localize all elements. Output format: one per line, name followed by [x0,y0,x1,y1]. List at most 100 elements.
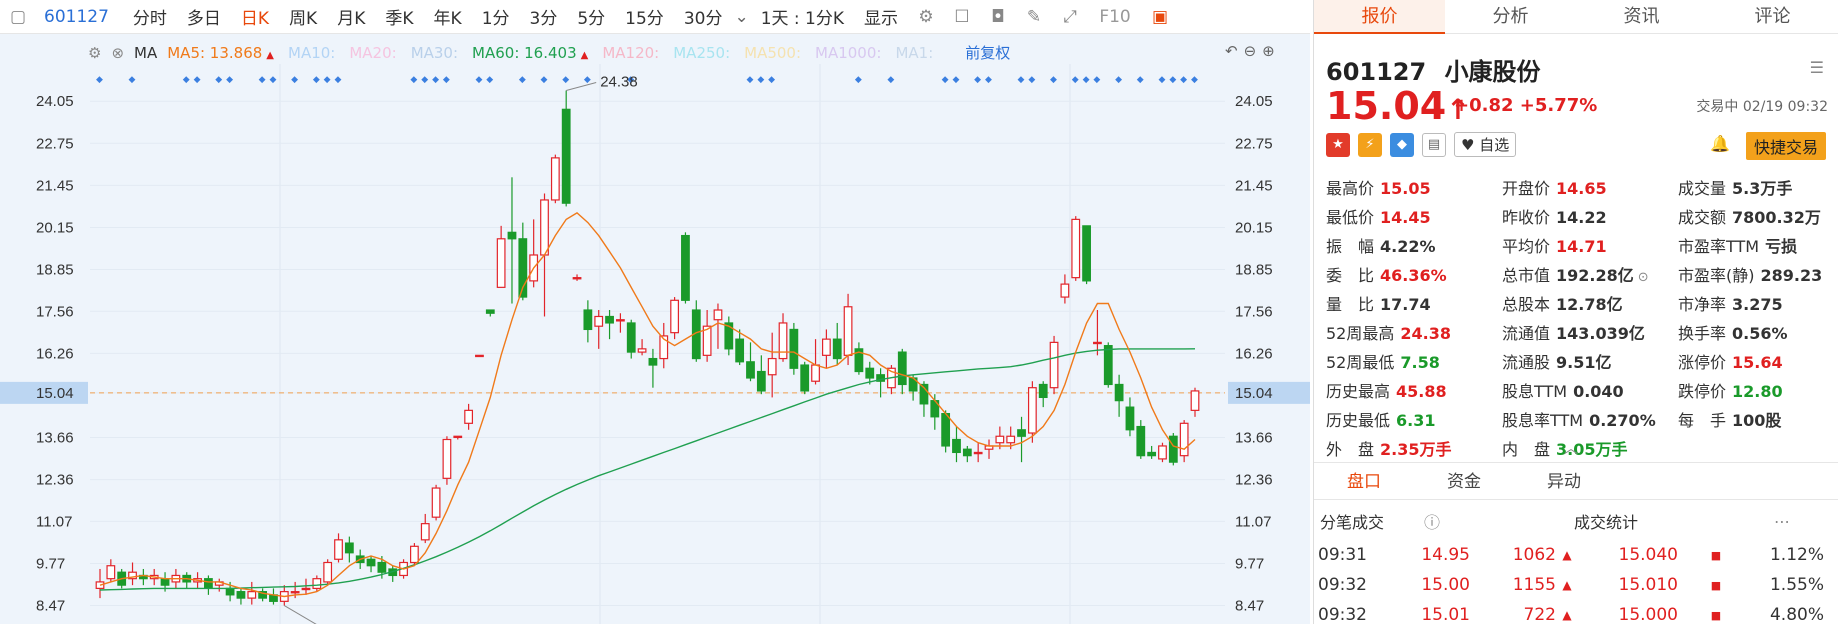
ma-item-8[interactable]: MA1000: [815,44,881,62]
event-marker-icon[interactable]: ◆ [432,75,439,85]
camera-icon[interactable]: ◘ [987,6,1009,28]
event-marker-icon[interactable]: ◆ [421,75,428,85]
event-marker-icon[interactable]: ◆ [974,75,981,85]
event-marker-icon[interactable]: ◆ [1018,75,1025,85]
event-marker-icon[interactable]: ◆ [1158,75,1165,85]
panel-toggle-icon[interactable]: ▣ [1149,6,1171,28]
sidebar-toggle-icon[interactable]: ▢ [7,6,29,28]
tab-5[interactable]: 季K [375,4,423,29]
collapse-chevron-icon[interactable]: ︿ [1564,438,1578,458]
watchlist-button[interactable]: ♥ 自选 [1454,132,1517,157]
panel-tab-2[interactable]: 资讯 [1576,0,1707,34]
event-marker-icon[interactable]: ◆ [746,75,753,85]
tab-3[interactable]: 周K [279,4,327,29]
event-marker-icon[interactable]: ◆ [757,75,764,85]
event-marker-icon[interactable]: ◆ [952,75,959,85]
pencil-icon[interactable]: ✎ [1023,6,1045,28]
tab-8[interactable]: 3分 [520,4,568,29]
event-marker-icon[interactable]: ◆ [226,75,233,85]
sub-tab-0[interactable]: 盘口 [1314,463,1414,499]
fq-select[interactable]: 前复权 [965,42,1010,63]
undo-icon[interactable]: ↶ [1225,42,1238,60]
zoom-in-icon[interactable]: ⊕ [1262,42,1275,60]
ma-item-6[interactable]: MA250: [673,44,730,62]
ma-item-0[interactable]: MA5: 13.868 ▲ [167,44,274,62]
event-marker-icon[interactable]: ◆ [942,75,949,85]
event-marker-icon[interactable]: ◆ [183,75,190,85]
event-marker-icon[interactable]: ◆ [1072,75,1079,85]
help-icon[interactable]: ⓘ [1424,509,1574,533]
ma-item-3[interactable]: MA30: [411,44,458,62]
fast-trade-button[interactable]: 快捷交易 [1745,132,1826,160]
event-marker-icon[interactable]: ◆ [1115,75,1122,85]
event-marker-icon[interactable]: ◆ [269,75,276,85]
more-circle-icon[interactable]: ⊙ [1638,270,1649,285]
ma-item-1[interactable]: MA10: [288,44,335,62]
f10-button[interactable]: F10 [1095,6,1135,28]
event-marker-icon[interactable]: ◆ [129,75,136,85]
ma-item-9[interactable]: MA1: [895,44,933,62]
event-marker-icon[interactable]: ◆ [313,75,320,85]
event-marker-icon[interactable]: ◆ [324,75,331,85]
ma-item-2[interactable]: MA20: [349,44,396,62]
kline-chart[interactable]: 24.05 24.05 22.75 22.75 21.45 21.45 20.15 20.15… [0,34,1310,624]
ma-item-5[interactable]: MA120: [602,44,659,62]
ma-label[interactable]: MA [134,44,157,62]
event-marker-icon[interactable]: ◆ [1137,75,1144,85]
tab-9[interactable]: 5分 [567,4,615,29]
zoom-out-icon[interactable]: ⊖ [1244,42,1257,60]
note-icon[interactable]: ▤ [1422,132,1446,157]
event-marker-icon[interactable]: ◆ [335,75,342,85]
tab-6[interactable]: 年K [424,4,472,29]
event-marker-icon[interactable]: ◆ [1191,75,1198,85]
tab-2[interactable]: 日K [231,4,279,29]
settings-icon[interactable]: ⚙ [88,44,101,62]
event-marker-icon[interactable]: ◆ [562,75,569,85]
panel-tab-3[interactable]: 评论 [1707,0,1838,34]
event-marker-icon[interactable]: ◆ [486,75,493,85]
tab-11[interactable]: 30分 [674,4,733,29]
sub-tab-1[interactable]: 资金 [1414,463,1514,499]
event-marker-icon[interactable]: ◆ [215,75,222,85]
event-marker-icon[interactable]: ◆ [768,75,775,85]
event-marker-icon[interactable]: ◆ [1169,75,1176,85]
display-select[interactable]: 显示 [854,4,908,29]
ma-item-7[interactable]: MA500: [744,44,801,62]
event-marker-icon[interactable]: ◆ [584,75,591,85]
lightning-icon[interactable]: ⚡ [1358,132,1382,157]
event-marker-icon[interactable]: ◆ [259,75,266,85]
event-marker-icon[interactable]: ◆ [985,75,992,85]
event-marker-icon[interactable]: ◆ [541,75,548,85]
panel-tab-0[interactable]: 报价 [1314,0,1445,34]
event-marker-icon[interactable]: ◆ [1093,75,1100,85]
fullscreen-icon[interactable]: ⤢ [1059,6,1081,28]
event-marker-icon[interactable]: ◆ [1180,75,1187,85]
event-marker-icon[interactable]: ◆ [1028,75,1035,85]
tab-7[interactable]: 1分 [472,4,520,29]
gear-icon[interactable]: ⚙ [915,6,937,28]
event-marker-icon[interactable]: ◆ [1050,75,1057,85]
event-marker-icon[interactable]: ◆ [475,75,482,85]
ma-item-4[interactable]: MA60: 16.403 ▲ [472,44,588,62]
event-marker-icon[interactable]: ◆ [194,75,201,85]
event-marker-icon[interactable]: ◆ [887,75,894,85]
close-icon[interactable]: ⊗ [111,44,124,62]
sub-tab-2[interactable]: 异动 [1514,463,1614,499]
more-icon[interactable]: ⋯ [1774,512,1790,531]
event-marker-icon[interactable]: ◆ [855,75,862,85]
tab-10[interactable]: 15分 [615,4,674,29]
period-select[interactable]: 1天 : 1分K [751,4,854,29]
event-marker-icon[interactable]: ◆ [443,75,450,85]
tag-icon[interactable]: ◆ [1390,132,1414,157]
event-marker-icon[interactable]: ◆ [291,75,298,85]
event-marker-icon[interactable]: ◆ [519,75,526,85]
tab-0[interactable]: 分时 [123,4,177,29]
event-marker-icon[interactable]: ◆ [1083,75,1090,85]
event-marker-icon[interactable]: ◆ [410,75,417,85]
panel-tab-1[interactable]: 分析 [1445,0,1576,34]
event-marker-icon[interactable]: ◆ [96,75,103,85]
menu-icon[interactable]: ☰ [1810,58,1824,77]
bell-icon[interactable]: 🔔 [1710,134,1730,153]
tab-1[interactable]: 多日 [177,4,231,29]
tab-4[interactable]: 月K [327,4,375,29]
